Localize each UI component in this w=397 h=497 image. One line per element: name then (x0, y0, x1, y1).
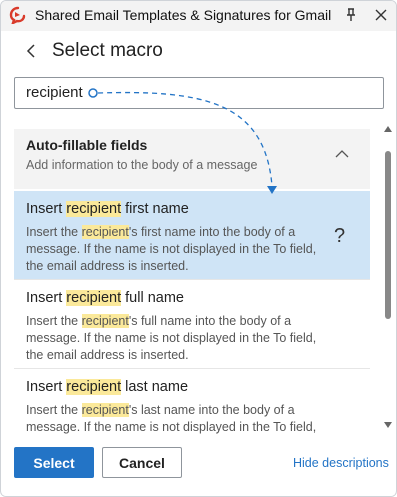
scroll-up-icon[interactable] (383, 125, 393, 133)
chevron-up-icon[interactable] (334, 147, 350, 161)
item-title: Insert recipient full name (26, 290, 184, 306)
list-item-first-name[interactable]: Insert recipient first name Insert the r… (14, 191, 370, 279)
cancel-button[interactable]: Cancel (102, 447, 182, 478)
scroll-down-icon[interactable] (383, 421, 393, 429)
close-icon[interactable] (373, 7, 389, 23)
footer: Select Cancel Hide descriptions (2, 437, 395, 496)
item-description: Insert the recipient's last name into th… (26, 403, 317, 434)
item-description: Insert the recipient's full name into th… (26, 314, 317, 362)
app-logo-icon (9, 6, 26, 24)
hide-descriptions-link[interactable]: Hide descriptions (293, 456, 389, 470)
help-icon[interactable]: ? (334, 225, 345, 248)
macro-list: Auto-fillable fields Add information to … (2, 129, 395, 437)
title-bar: Shared Email Templates & Signatures for … (1, 1, 396, 31)
macro-panel: Select macro recipient Auto-fillable fie… (2, 31, 395, 496)
scroll-thumb[interactable] (385, 151, 391, 319)
item-description: Insert the recipient's first name into t… (26, 225, 317, 273)
search-input-value: recipient (26, 84, 83, 101)
page-title: Select macro (52, 40, 163, 61)
item-title: Insert recipient last name (26, 379, 189, 395)
window-title: Shared Email Templates & Signatures for … (35, 7, 332, 23)
item-title: Insert recipient first name (26, 201, 189, 217)
list-item-full-name[interactable]: Insert recipient full name Insert the re… (14, 280, 370, 368)
pin-icon[interactable] (343, 7, 359, 23)
group-description: Add information to the body of a message (26, 158, 258, 172)
select-button[interactable]: Select (14, 447, 94, 478)
app-window: Shared Email Templates & Signatures for … (0, 0, 397, 497)
list-item-last-name[interactable]: Insert recipient last name Insert the re… (14, 369, 370, 437)
scrollbar[interactable] (383, 125, 393, 429)
group-title: Auto-fillable fields (26, 137, 148, 153)
chevron-left-icon[interactable] (24, 43, 40, 59)
search-input[interactable]: recipient (14, 77, 384, 109)
group-header[interactable]: Auto-fillable fields Add information to … (14, 129, 370, 189)
